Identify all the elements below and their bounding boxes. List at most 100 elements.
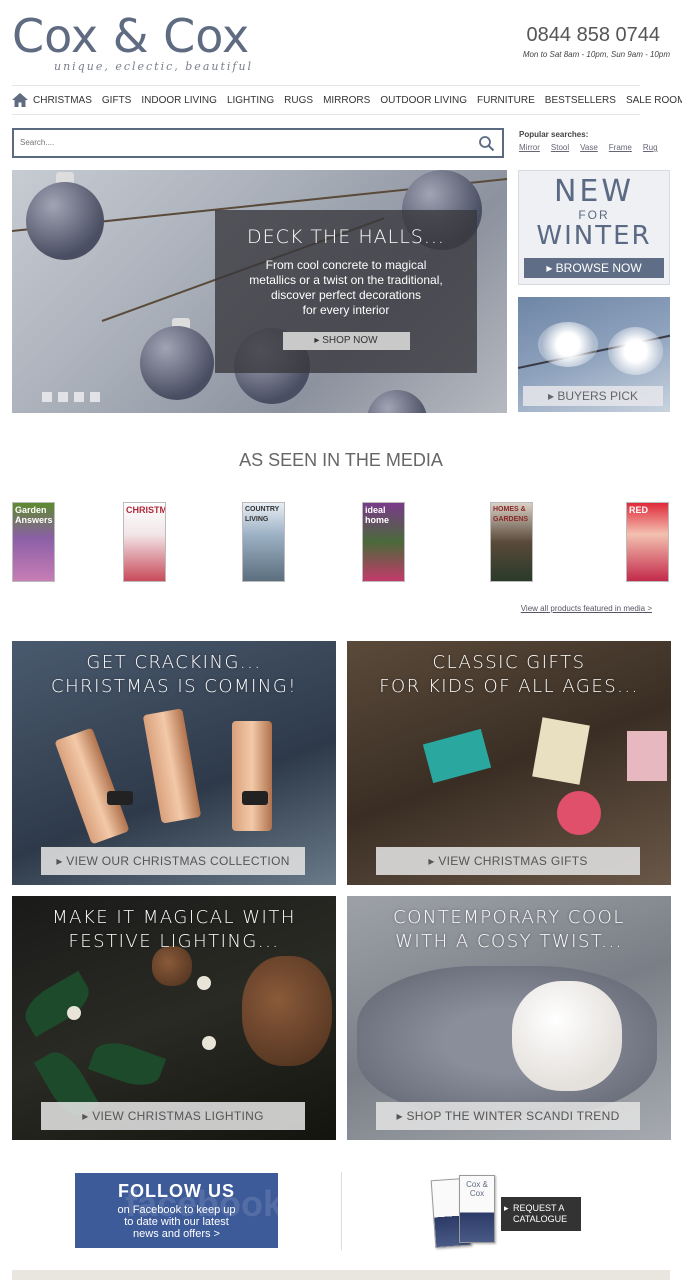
tile-title-line: CLASSIC GIFTS	[432, 652, 586, 673]
request-catalogue-button[interactable]: ▸ REQUEST A CATALOGUE	[501, 1197, 581, 1231]
main-nav: CHRISTMAS GIFTS INDOOR LIVING LIGHTING R…	[12, 85, 682, 115]
catalogue-text-line: REQUEST A	[513, 1203, 565, 1213]
popular-searches-title: Popular searches:	[519, 130, 589, 139]
button-label: VIEW OUR CHRISTMAS COLLECTION	[66, 854, 290, 868]
view-all-media-link[interactable]: View all products featured in media >	[521, 604, 652, 613]
carousel-dot[interactable]	[58, 392, 68, 402]
magazine-cover[interactable]: RED	[626, 502, 669, 582]
view-christmas-gifts-button[interactable]: ▸ VIEW CHRISTMAS GIFTS	[376, 847, 640, 875]
cracker-image	[232, 721, 272, 831]
view-christmas-collection-button[interactable]: ▸ VIEW OUR CHRISTMAS COLLECTION	[41, 847, 305, 875]
nav-item-sale-room[interactable]: SALE ROOM	[621, 95, 682, 106]
tile-title-line: FOR KIDS OF ALL AGES...	[379, 676, 639, 697]
christmas-gifts-tile[interactable]: CLASSIC GIFTS FOR KIDS OF ALL AGES... ▸ …	[347, 641, 671, 885]
button-label: SHOP THE WINTER SCANDI TREND	[406, 1109, 620, 1123]
flower-light	[67, 1006, 81, 1020]
carousel-dot[interactable]	[90, 392, 100, 402]
popular-search-rug[interactable]: Rug	[643, 143, 658, 152]
home-icon[interactable]	[12, 86, 28, 114]
play-arrow-icon: ▸	[504, 1203, 509, 1213]
winter-scandi-tile[interactable]: CONTEMPORARY COOL WITH A COSY TWIST... ▸…	[347, 896, 671, 1140]
tile-title-line: FESTIVE LIGHTING...	[68, 931, 280, 952]
magazine-cover[interactable]: CHRISTMAS	[123, 502, 166, 582]
search-icon[interactable]	[478, 135, 496, 153]
promo-new-line3: WINTER	[536, 221, 652, 251]
flower-light	[197, 976, 211, 990]
buyers-pick-button[interactable]: ▸ BUYERS PICK	[523, 386, 663, 406]
play-arrow-icon: ▸	[396, 1109, 407, 1123]
play-arrow-icon: ▸	[56, 854, 67, 868]
nav-item-outdoor-living[interactable]: OUTDOOR LIVING	[375, 95, 472, 106]
media-section-title: AS SEEN IN THE MEDIA	[239, 450, 443, 470]
magazine-cover[interactable]: ideal home	[362, 502, 405, 582]
shop-now-button[interactable]: ▸ SHOP NOW	[282, 332, 410, 350]
popular-search-stool[interactable]: Stool	[551, 143, 569, 152]
promo-new-line1: NEW	[553, 174, 635, 209]
popular-search-mirror[interactable]: Mirror	[519, 143, 540, 152]
nav-item-furniture[interactable]: FURNITURE	[472, 95, 540, 106]
request-catalogue-banner[interactable]: Cox & Cox ▸ REQUEST A CATALOGUE	[430, 1175, 583, 1250]
magazine-cover[interactable]: COUNTRY LIVING	[242, 502, 285, 582]
play-arrow-icon: ▸	[82, 1109, 93, 1123]
follow-us-title: FOLLOW US	[118, 1181, 235, 1201]
nav-item-mirrors[interactable]: MIRRORS	[318, 95, 375, 106]
follow-us-text: on Facebook to keep up to date with our …	[75, 1204, 278, 1240]
magazine-cover[interactable]: Garden Answers	[12, 502, 55, 582]
pinecone-image	[242, 956, 332, 1066]
christmas-lighting-tile[interactable]: MAKE IT MAGICAL WITH FESTIVE LIGHTING...…	[12, 896, 336, 1140]
facebook-follow-banner[interactable]: facebook FOLLOW US on Facebook to keep u…	[75, 1173, 278, 1248]
footer-strip	[12, 1270, 670, 1280]
holly-leaf	[87, 1035, 167, 1093]
tile-title: GET CRACKING... CHRISTMAS IS COMING!	[12, 651, 336, 699]
nav-item-christmas[interactable]: CHRISTMAS	[28, 95, 97, 106]
new-for-winter-promo[interactable]: NEW FOR WINTER ▸ BROWSE NOW	[518, 170, 670, 285]
magazine-title: ideal home	[365, 505, 390, 525]
nav-item-indoor-living[interactable]: INDOOR LIVING	[136, 95, 222, 106]
carousel-dot[interactable]	[42, 392, 52, 402]
search-box	[12, 128, 504, 158]
browse-now-button[interactable]: ▸ BROWSE NOW	[524, 258, 664, 278]
hero-text-line: metallics or a twist on the traditional,	[249, 273, 443, 287]
hero-text: From cool concrete to magical metallics …	[215, 258, 477, 318]
play-arrow-icon: ▸	[547, 389, 558, 403]
nav-item-lighting[interactable]: LIGHTING	[222, 95, 279, 106]
nav-item-rugs[interactable]: RUGS	[279, 95, 318, 106]
opening-hours: Mon to Sat 8am - 10pm, Sun 9am - 10pm	[522, 50, 670, 59]
nav-item-bestsellers[interactable]: BESTSELLERS	[540, 95, 621, 106]
hot-water-bottle-image	[512, 981, 622, 1091]
christmas-collection-tile[interactable]: GET CRACKING... CHRISTMAS IS COMING! ▸ V…	[12, 641, 336, 885]
buyers-pick-promo[interactable]: ▸ BUYERS PICK	[518, 297, 670, 412]
tile-title: CLASSIC GIFTS FOR KIDS OF ALL AGES...	[347, 651, 671, 699]
nav-item-gifts[interactable]: GIFTS	[97, 95, 136, 106]
hero-text-line: From cool concrete to magical	[265, 258, 427, 272]
magazine-title: RED	[629, 505, 649, 515]
catalogue-logo: Cox & Cox	[466, 1180, 488, 1198]
site-logo[interactable]: Cox & Cox unique, eclectic, beautiful	[12, 10, 251, 73]
toy-box-image	[532, 717, 590, 785]
phone-number: 0844 858 0744	[526, 24, 660, 46]
buyers-pick-label: BUYERS PICK	[557, 389, 639, 403]
popular-search-frame[interactable]: Frame	[609, 143, 632, 152]
magazine-title: COUNTRY LIVING	[245, 506, 280, 523]
hero-banner[interactable]: DECK THE HALLS... From cool concrete to …	[12, 170, 507, 413]
carousel-dot[interactable]	[74, 392, 84, 402]
follow-text-line: on Facebook to keep up	[117, 1204, 236, 1216]
magazine-cover[interactable]: HOMES & GARDENS	[490, 502, 533, 582]
carousel-dots	[42, 392, 100, 402]
view-christmas-lighting-button[interactable]: ▸ VIEW CHRISTMAS LIGHTING	[41, 1102, 305, 1130]
tile-title: CONTEMPORARY COOL WITH A COSY TWIST...	[347, 906, 671, 954]
magazine-title: HOMES & GARDENS	[493, 506, 529, 523]
popular-search-vase[interactable]: Vase	[580, 143, 598, 152]
promo-new-line2: FOR	[578, 208, 610, 222]
button-label: VIEW CHRISTMAS LIGHTING	[92, 1109, 264, 1123]
popular-searches: Popular searches: Mirror Stool Vase Fram…	[519, 130, 658, 152]
tile-title: MAKE IT MAGICAL WITH FESTIVE LIGHTING...	[12, 906, 336, 954]
shop-winter-scandi-button[interactable]: ▸ SHOP THE WINTER SCANDI TREND	[376, 1102, 640, 1130]
cracker-image	[142, 708, 202, 824]
bow-decoration	[107, 791, 133, 805]
feather-bird	[608, 327, 663, 375]
ornament-bauble	[26, 182, 104, 260]
toy-box-image	[627, 731, 667, 781]
follow-text-line: news and offers >	[133, 1228, 220, 1240]
search-input[interactable]	[20, 138, 420, 147]
